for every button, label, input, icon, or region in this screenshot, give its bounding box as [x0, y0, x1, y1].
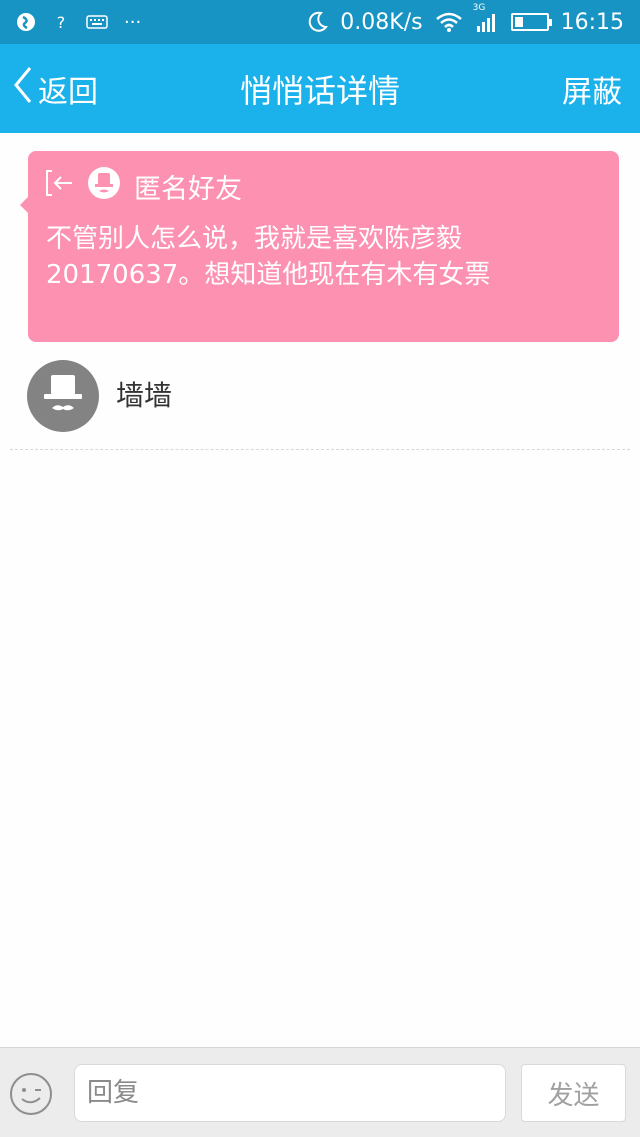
message-text: 不管别人怎么说，我就是喜欢陈彦毅20170637。想知道他现在有木有女票 — [46, 224, 491, 290]
comment-row[interactable]: 墙墙 — [0, 352, 640, 452]
svg-text:?: ? — [57, 13, 66, 32]
anonymous-avatar-icon — [88, 167, 120, 206]
divider — [10, 449, 630, 450]
reply-input[interactable] — [74, 1064, 506, 1122]
block-button[interactable]: 屏蔽 — [562, 44, 622, 133]
keyboard-icon — [86, 15, 108, 29]
wifi-icon — [435, 11, 463, 33]
battery-icon — [510, 13, 552, 31]
emoji-button[interactable] — [9, 1072, 53, 1116]
sender-name: 匿名好友 — [134, 174, 242, 205]
network-speed: 0.08K/s — [340, 9, 423, 35]
back-label: 返回 — [38, 74, 98, 110]
avatar[interactable] — [27, 360, 99, 432]
status-bar: ? ··· 0.08K/s 3G 16:15 — [0, 0, 640, 44]
comment-author-name: 墙墙 — [116, 379, 173, 412]
moon-icon — [308, 11, 329, 33]
card-header: 匿名好友 — [44, 167, 242, 206]
reply-bar: 发送 — [0, 1047, 640, 1137]
smiley-icon — [10, 1073, 52, 1115]
title-bar: 返回 悄悄话详情 屏蔽 — [0, 44, 640, 133]
clock: 16:15 — [560, 9, 624, 35]
question-icon: ? — [52, 12, 70, 32]
status-left-icons: ? ··· — [16, 12, 141, 33]
back-button[interactable]: 返回 — [12, 44, 98, 133]
network-type: 3G — [472, 3, 486, 13]
send-button[interactable]: 发送 — [521, 1064, 626, 1122]
more-icon: ··· — [124, 11, 142, 33]
status-right-icons: 0.08K/s 3G 16:15 — [308, 3, 624, 35]
exit-arrow-icon[interactable] — [44, 168, 74, 205]
top-hat-avatar-icon — [44, 375, 82, 411]
whisper-message-card: 匿名好友 不管别人怎么说，我就是喜欢陈彦毅20170637。想知道他现在有木有女… — [20, 151, 619, 342]
app-notify-icon — [16, 12, 36, 32]
signal-icon: 3G — [473, 3, 499, 33]
chevron-left-icon — [12, 65, 34, 113]
